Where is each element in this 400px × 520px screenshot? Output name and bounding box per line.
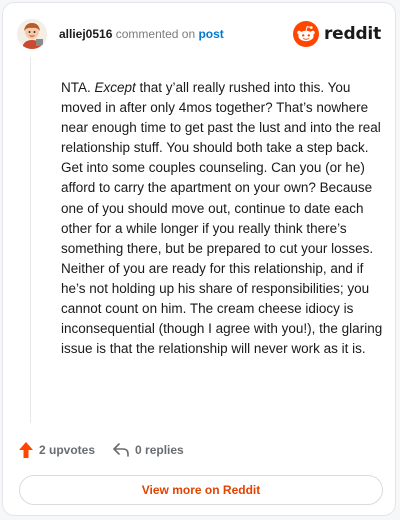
avatar[interactable]: [17, 19, 47, 49]
comment-body-intro: NTA.: [61, 80, 95, 95]
post-link[interactable]: post: [198, 27, 223, 41]
view-more-button[interactable]: View more on Reddit: [19, 475, 383, 505]
reddit-brand[interactable]: reddit: [292, 21, 381, 47]
comment-card: alliej0516 commented on post reddit NTA.…: [2, 2, 396, 516]
comment-body-emphasis: Except: [94, 80, 136, 95]
comment-body: NTA. Except that y’all really rushed int…: [61, 78, 383, 359]
thread-line: [30, 57, 31, 423]
avatar-image: [17, 19, 47, 49]
upvote-count: 2 upvotes: [39, 443, 96, 457]
comment-footer: 2 upvotes 0 replies: [19, 440, 184, 460]
reply-count: 0 replies: [135, 443, 184, 457]
commented-on-text: commented on: [115, 27, 196, 41]
username-link[interactable]: alliej0516: [59, 27, 112, 41]
upvote-arrow-icon[interactable]: [19, 442, 33, 458]
comment-header: alliej0516 commented on post reddit: [17, 19, 381, 53]
reply-arrow-icon[interactable]: [113, 443, 129, 457]
reddit-wordmark: reddit: [323, 24, 381, 44]
embed-page: alliej0516 commented on post reddit NTA.…: [0, 0, 400, 520]
reddit-snoo-icon: [292, 21, 319, 47]
byline: alliej0516 commented on post: [59, 27, 224, 41]
comment-body-text: that y’all really rushed into this. You …: [61, 80, 383, 357]
